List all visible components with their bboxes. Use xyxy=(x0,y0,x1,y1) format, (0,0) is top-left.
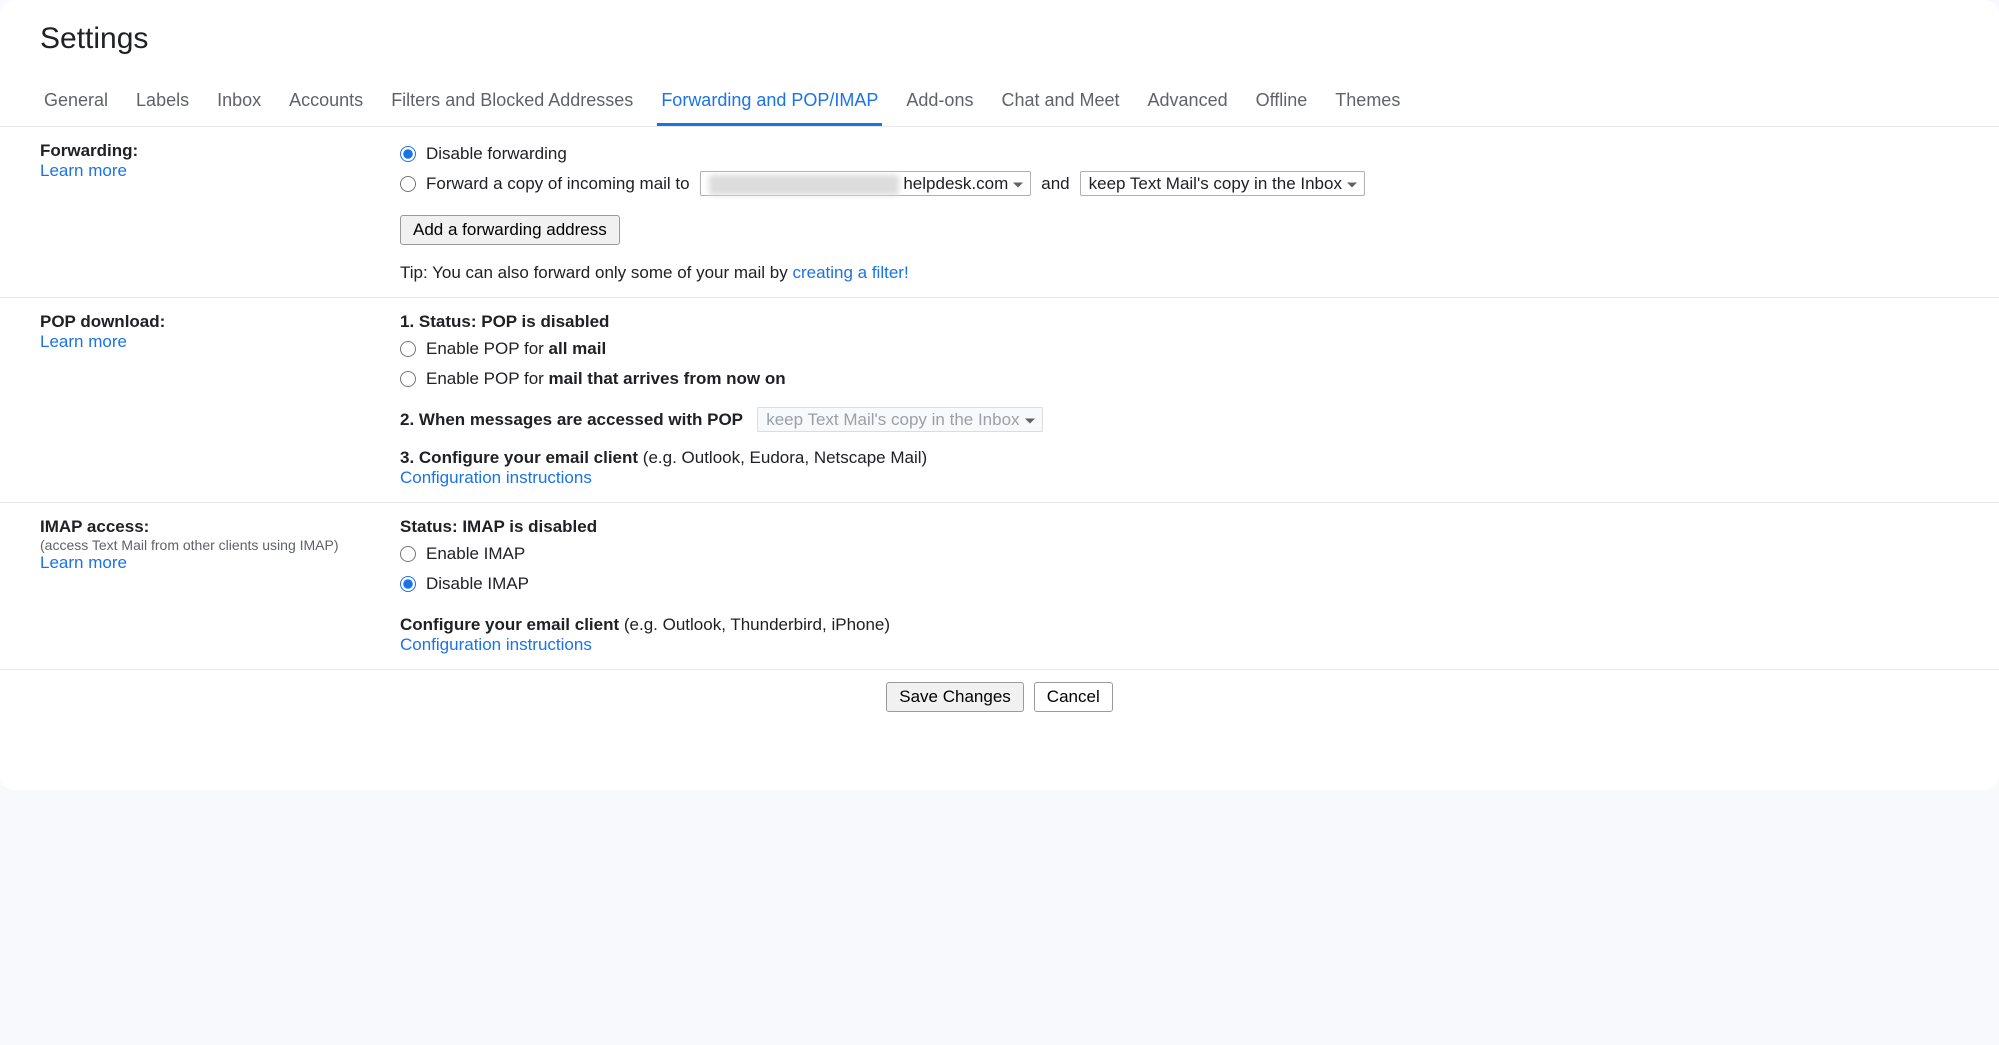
settings-tabs: General Labels Inbox Accounts Filters an… xyxy=(0,78,1999,127)
pop-configure-prefix: 3. xyxy=(400,448,419,467)
imap-enable-radio[interactable] xyxy=(400,546,416,562)
pop-enable-new-radio[interactable] xyxy=(400,371,416,387)
tab-advanced[interactable]: Advanced xyxy=(1144,78,1232,126)
footer-buttons: Save Changes Cancel xyxy=(0,670,1999,752)
tab-general[interactable]: General xyxy=(40,78,112,126)
pop-when-label: When messages are accessed with POP xyxy=(419,410,743,429)
pop-enable-all-radio[interactable] xyxy=(400,341,416,357)
forwarding-and-text: and xyxy=(1041,171,1069,197)
tab-accounts[interactable]: Accounts xyxy=(285,78,367,126)
forwarding-label: Forwarding: xyxy=(40,141,380,161)
imap-enable-label: Enable IMAP xyxy=(426,541,525,567)
tab-offline[interactable]: Offline xyxy=(1252,78,1312,126)
imap-configure-hint: (e.g. Outlook, Thunderbird, iPhone) xyxy=(619,615,890,634)
cancel-button[interactable]: Cancel xyxy=(1034,682,1113,712)
section-pop: POP download: Learn more 1. Status: POP … xyxy=(0,298,1999,503)
section-imap: IMAP access: (access Text Mail from othe… xyxy=(0,503,1999,670)
section-forwarding: Forwarding: Learn more Disable forwardin… xyxy=(0,127,1999,298)
pop-config-instructions-link[interactable]: Configuration instructions xyxy=(400,468,592,487)
obscured-address xyxy=(709,175,899,195)
pop-configure-hint: (e.g. Outlook, Eudora, Netscape Mail) xyxy=(638,448,927,467)
imap-sub-label: (access Text Mail from other clients usi… xyxy=(40,537,380,553)
forwarding-disable-radio[interactable] xyxy=(400,146,416,162)
tab-inbox[interactable]: Inbox xyxy=(213,78,265,126)
tab-forwarding-pop-imap[interactable]: Forwarding and POP/IMAP xyxy=(657,78,882,126)
forwarding-tip-text: Tip: You can also forward only some of y… xyxy=(400,263,792,282)
tab-themes[interactable]: Themes xyxy=(1331,78,1404,126)
imap-status-label: Status: IMAP is disabled xyxy=(400,517,597,536)
forwarding-address-suffix: helpdesk.com xyxy=(903,174,1008,193)
tab-labels[interactable]: Labels xyxy=(132,78,193,126)
forwarding-enable-label: Forward a copy of incoming mail to xyxy=(426,171,690,197)
forwarding-address-select[interactable]: helpdesk.com xyxy=(700,171,1032,196)
pop-enable-new-label: Enable POP for mail that arrives from no… xyxy=(426,366,786,392)
pop-status-label: Status: POP is disabled xyxy=(419,312,610,331)
tab-filters[interactable]: Filters and Blocked Addresses xyxy=(387,78,637,126)
save-changes-button[interactable]: Save Changes xyxy=(886,682,1024,712)
imap-disable-label: Disable IMAP xyxy=(426,571,529,597)
imap-learn-more-link[interactable]: Learn more xyxy=(40,553,127,572)
pop-when-prefix: 2. xyxy=(400,410,419,429)
pop-label: POP download: xyxy=(40,312,380,332)
imap-label: IMAP access: xyxy=(40,517,380,537)
pop-learn-more-link[interactable]: Learn more xyxy=(40,332,127,351)
forwarding-learn-more-link[interactable]: Learn more xyxy=(40,161,127,180)
pop-configure-label: Configure your email client xyxy=(419,448,638,467)
tab-chat-meet[interactable]: Chat and Meet xyxy=(997,78,1123,126)
pop-action-select[interactable]: keep Text Mail's copy in the Inbox xyxy=(757,407,1042,432)
forwarding-keep-select[interactable]: keep Text Mail's copy in the Inbox xyxy=(1080,171,1365,196)
imap-disable-radio[interactable] xyxy=(400,576,416,592)
forwarding-enable-radio[interactable] xyxy=(400,176,416,192)
add-forwarding-address-button[interactable]: Add a forwarding address xyxy=(400,215,620,245)
pop-enable-all-label: Enable POP for all mail xyxy=(426,336,606,362)
create-filter-link[interactable]: creating a filter! xyxy=(792,263,908,282)
forwarding-disable-label: Disable forwarding xyxy=(426,141,567,167)
imap-config-instructions-link[interactable]: Configuration instructions xyxy=(400,635,592,654)
page-title: Settings xyxy=(0,0,1999,66)
imap-configure-label: Configure your email client xyxy=(400,615,619,634)
tab-addons[interactable]: Add-ons xyxy=(902,78,977,126)
pop-status-prefix: 1. xyxy=(400,312,419,331)
